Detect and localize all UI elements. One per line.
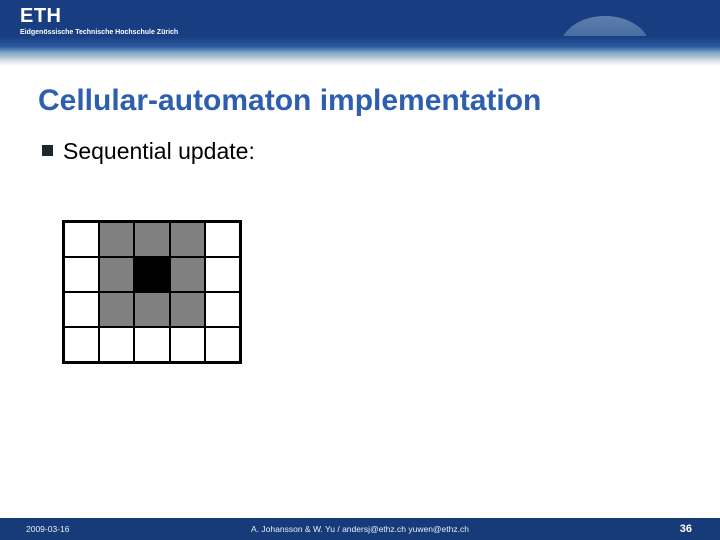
ca-cell — [170, 292, 205, 327]
ca-cell — [64, 222, 99, 257]
ca-cell — [99, 292, 134, 327]
bullet-square-icon — [42, 145, 53, 156]
ca-cell — [134, 257, 169, 292]
banner-decoration — [400, 20, 660, 66]
ca-cell — [170, 257, 205, 292]
eth-logo-text: ETH — [20, 6, 178, 27]
footer-bar: 2009-03-16 A. Johansson & W. Yu / anders… — [0, 518, 720, 540]
ca-cell — [205, 222, 240, 257]
ca-cell — [134, 292, 169, 327]
footer-authors: A. Johansson & W. Yu / andersj@ethz.ch y… — [251, 524, 469, 534]
bullet-text: Sequential update: — [63, 138, 255, 165]
ca-cell — [99, 222, 134, 257]
ca-cell — [64, 327, 99, 362]
eth-subline-2: Swiss Federal Institute of Technology Zu… — [20, 38, 178, 45]
footer-page-number: 36 — [680, 523, 692, 535]
ca-grid — [62, 220, 242, 364]
eth-subline-1: Eidgenössische Technische Hochschule Zür… — [20, 29, 178, 36]
ca-cell — [170, 327, 205, 362]
ca-cell — [99, 257, 134, 292]
ca-cell — [134, 327, 169, 362]
slide: ETH Eidgenössische Technische Hochschule… — [0, 0, 720, 540]
ca-cell — [64, 292, 99, 327]
ca-cell — [205, 327, 240, 362]
ca-cell — [205, 292, 240, 327]
ca-cell — [134, 222, 169, 257]
footer-date: 2009-03-16 — [26, 524, 69, 534]
bullet-item: Sequential update: — [42, 138, 255, 165]
ca-cell — [205, 257, 240, 292]
page-title: Cellular-automaton implementation — [38, 84, 541, 118]
header-banner: ETH Eidgenössische Technische Hochschule… — [0, 0, 720, 66]
eth-logo-block: ETH Eidgenössische Technische Hochschule… — [20, 6, 178, 46]
ca-cell — [99, 327, 134, 362]
ca-cell — [64, 257, 99, 292]
ca-cell — [170, 222, 205, 257]
